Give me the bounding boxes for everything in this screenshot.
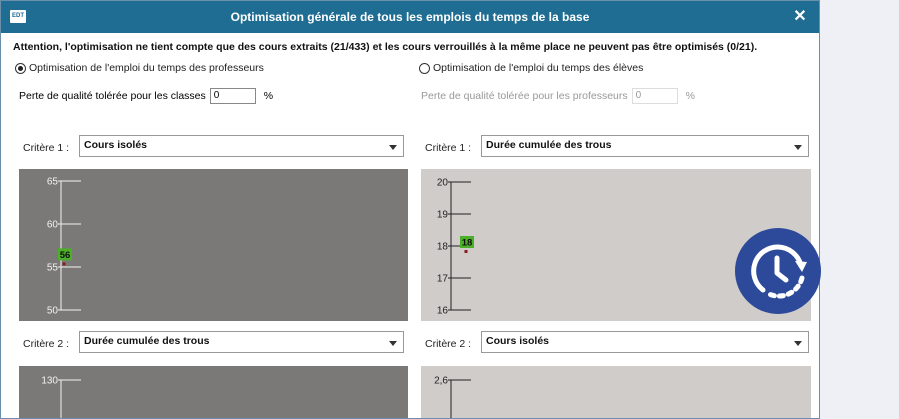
criterion1-right-value: Durée cumulée des trous: [486, 139, 612, 151]
warning-message: Attention, l'optimisation ne tient compt…: [13, 41, 758, 53]
y-tick-label: 50: [47, 306, 59, 317]
tolerance-teachers: Perte de qualité tolérée pour les profes…: [421, 88, 695, 104]
chart-svg: 130: [19, 366, 408, 418]
optimisation-dialog: EDT Optimisation générale de tous les em…: [0, 0, 820, 419]
chart-background: [19, 366, 408, 418]
tolerance-teachers-label: Perte de qualité tolérée pour les profes…: [421, 90, 628, 102]
criterion1-right-label: Critère 1 :: [425, 142, 472, 154]
tolerance-classes-label: Perte de qualité tolérée pour les classe…: [19, 90, 206, 102]
chart-background: [19, 169, 408, 321]
radio-teachers-schedule[interactable]: Optimisation de l'emploi du temps des pr…: [15, 62, 264, 74]
clock-refresh-icon: [751, 244, 807, 299]
y-tick-label: 65: [47, 177, 59, 188]
criterion2-right-label: Critère 2 :: [425, 338, 472, 350]
y-tick-label: 19: [437, 210, 449, 221]
criterion1-left-chart: 65 60 55 50 56: [19, 169, 408, 321]
radio-indicator: [419, 62, 430, 74]
chart-background: [421, 366, 811, 418]
title-bar[interactable]: EDT Optimisation générale de tous les em…: [1, 1, 819, 33]
radio-teachers-label: Optimisation de l'emploi du temps des pr…: [29, 62, 264, 74]
criterion1-left-select[interactable]: Cours isolés: [79, 135, 404, 157]
tolerance-classes-unit: %: [263, 90, 274, 102]
criterion1-left-value: Cours isolés: [84, 139, 148, 151]
y-tick-label: 16: [437, 306, 449, 317]
dialog-title: Optimisation générale de tous les emploi…: [230, 10, 590, 24]
criterion2-left-select[interactable]: Durée cumulée des trous: [79, 331, 404, 353]
chevron-down-icon: [794, 341, 802, 346]
close-button[interactable]: ✕: [789, 6, 811, 28]
chart-svg: 2,6: [421, 366, 811, 418]
history-badge: [735, 228, 821, 314]
data-point: [464, 250, 468, 253]
y-tick-label: 60: [47, 220, 59, 231]
chevron-down-icon: [794, 145, 802, 150]
criterion1-right-select[interactable]: Durée cumulée des trous: [481, 135, 809, 157]
tolerance-classes: Perte de qualité tolérée pour les classe…: [19, 88, 273, 104]
y-tick-label: 55: [47, 263, 59, 274]
chart-svg: 65 60 55 50 56: [19, 169, 408, 321]
criterion2-left-label: Critère 2 :: [23, 338, 70, 350]
data-label: 18: [462, 238, 473, 249]
criterion2-left-value: Durée cumulée des trous: [84, 335, 210, 347]
page: EDT Optimisation générale de tous les em…: [0, 0, 899, 419]
radio-students-label: Optimisation de l'emploi du temps des él…: [433, 62, 644, 74]
y-tick-label: 130: [41, 376, 58, 387]
criterion2-right-chart: 2,6: [421, 366, 811, 418]
criterion2-left-chart: 130: [19, 366, 408, 418]
y-tick-label: 2,6: [434, 376, 448, 387]
radio-students-schedule[interactable]: Optimisation de l'emploi du temps des él…: [419, 62, 643, 74]
y-tick-label: 20: [437, 178, 449, 189]
tolerance-teachers-input[interactable]: 0: [631, 88, 678, 104]
criterion2-right-select[interactable]: Cours isolés: [481, 331, 809, 353]
data-point: [62, 262, 66, 266]
criterion1-left-label: Critère 1 :: [23, 142, 70, 154]
tolerance-teachers-unit: %: [685, 90, 695, 102]
chevron-down-icon: [389, 341, 397, 346]
criterion2-right-value: Cours isolés: [486, 335, 550, 347]
y-tick-label: 18: [437, 242, 449, 253]
data-label: 56: [60, 250, 71, 261]
tolerance-classes-input[interactable]: 0: [209, 88, 256, 104]
radio-indicator: [15, 62, 26, 74]
y-tick-label: 17: [437, 274, 449, 285]
chevron-down-icon: [389, 145, 397, 150]
